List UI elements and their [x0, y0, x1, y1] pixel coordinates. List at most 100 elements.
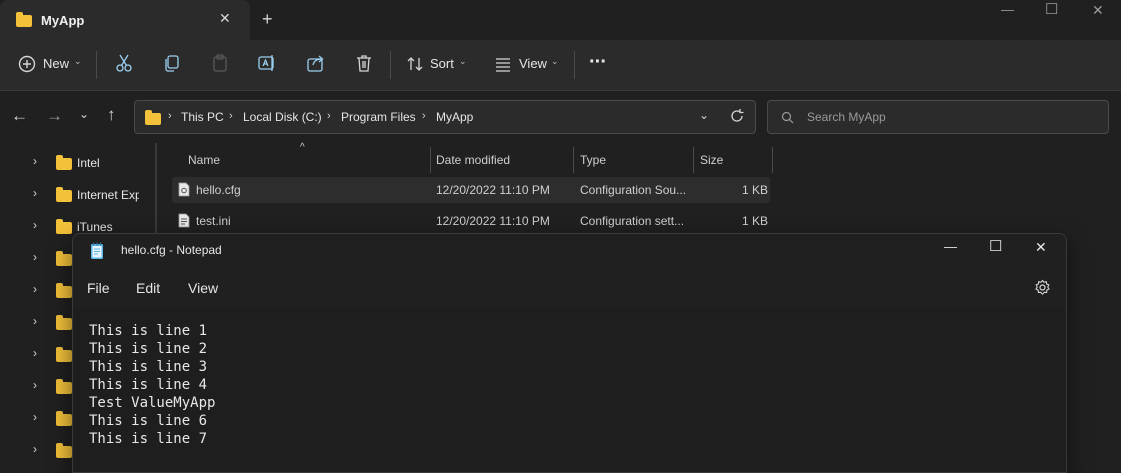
text-line: This is line 2 — [89, 341, 208, 357]
sidebar-item-label: iTunes — [77, 220, 113, 234]
folder-icon — [56, 283, 72, 298]
file-date: 12/20/2022 11:10 PM — [436, 214, 550, 228]
text-line: This is line 7 — [89, 431, 208, 447]
view-button[interactable]: View ⌄ — [490, 48, 568, 80]
column-header-label: Type — [580, 153, 607, 167]
column-header-label: Name — [188, 153, 221, 167]
column-header-label: Size — [700, 153, 724, 167]
folder-icon — [145, 110, 161, 125]
search-icon — [781, 111, 794, 124]
column-header-name[interactable]: Name — [172, 147, 430, 173]
folder-icon — [16, 12, 32, 27]
close-button[interactable]: ✕ — [1092, 3, 1104, 17]
chevron-right-icon[interactable]: › — [33, 283, 37, 295]
view-icon — [496, 58, 510, 72]
column-header-type[interactable]: Type — [574, 147, 693, 173]
sidebar-item-intel[interactable]: › Intel — [0, 146, 150, 178]
chevron-right-icon[interactable]: › — [33, 251, 37, 263]
file-date: 12/20/2022 11:10 PM — [436, 183, 550, 197]
file-type: Configuration sett... — [580, 214, 685, 228]
sort-icon — [407, 57, 423, 71]
chevron-right-icon[interactable]: › — [33, 219, 37, 231]
tab-myapp[interactable]: MyApp ✕ — [0, 0, 250, 40]
maximize-button[interactable]: ☐ — [1045, 2, 1058, 17]
text-line: This is line 3 — [89, 359, 208, 375]
breadcrumb-item[interactable]: Local Disk (C:) — [243, 110, 322, 124]
file-size: 1 KB — [742, 183, 769, 197]
address-row: ← → ⌄ ↑ › This PC › Local Disk (C:) › Pr… — [0, 91, 1121, 143]
copy-icon[interactable] — [162, 53, 182, 73]
sort-label: Sort — [430, 56, 454, 71]
column-divider[interactable] — [772, 147, 773, 173]
delete-icon[interactable] — [354, 53, 374, 73]
chevron-right-icon[interactable]: › — [33, 379, 37, 391]
settings-file-icon — [178, 213, 190, 228]
text-line: This is line 1 — [89, 323, 208, 339]
divider — [96, 51, 97, 79]
notepad-text-area[interactable]: This is line 1 This is line 2 This is li… — [73, 306, 1066, 472]
chevron-right-icon[interactable]: › — [33, 155, 37, 167]
menu-file[interactable]: File — [87, 280, 110, 296]
minimize-button[interactable]: — — [944, 240, 957, 253]
file-size: 1 KB — [742, 214, 769, 228]
column-header-label: Date modified — [436, 153, 511, 167]
divider — [390, 51, 391, 79]
search-box[interactable]: Search MyApp — [767, 100, 1109, 134]
gear-icon[interactable] — [1034, 279, 1051, 296]
text-line: This is line 4 — [89, 377, 208, 393]
more-icon[interactable]: ··· — [589, 51, 607, 74]
chevron-right-icon[interactable]: › — [33, 315, 37, 327]
notepad-title: hello.cfg - Notepad — [121, 243, 222, 257]
minimize-button[interactable]: — — [1001, 3, 1014, 16]
file-type: Configuration Sou... — [580, 183, 687, 197]
chevron-down-icon: ⌄ — [74, 56, 82, 66]
new-label: New — [43, 56, 70, 71]
column-header-size[interactable]: Size — [694, 147, 772, 173]
cut-icon[interactable] — [114, 53, 134, 73]
back-arrow-icon[interactable]: ← — [11, 107, 28, 124]
menu-edit[interactable]: Edit — [136, 280, 160, 296]
folder-icon — [56, 251, 72, 266]
tab-bar: MyApp ✕ + — ☐ ✕ — [0, 0, 1121, 40]
folder-icon — [56, 315, 72, 330]
tab-close-icon[interactable]: ✕ — [219, 11, 231, 25]
notepad-window: hello.cfg - Notepad — ☐ ✕ File Edit View… — [72, 233, 1067, 473]
plus-circle-icon — [18, 55, 36, 73]
refresh-icon[interactable] — [729, 108, 745, 124]
chevron-down-icon: ⌄ — [459, 56, 467, 66]
chevron-right-icon[interactable]: › — [33, 187, 37, 199]
close-button[interactable]: ✕ — [1035, 240, 1047, 254]
table-row[interactable]: hello.cfg 12/20/2022 11:10 PM Configurat… — [172, 177, 770, 203]
breadcrumb-item[interactable]: MyApp — [436, 110, 473, 124]
notepad-title-bar[interactable]: hello.cfg - Notepad — ☐ ✕ — [73, 234, 1066, 270]
breadcrumb-item[interactable]: Program Files — [341, 110, 416, 124]
chevron-right-icon[interactable]: › — [33, 443, 37, 455]
address-history-chevron-icon[interactable]: ⌄ — [699, 109, 709, 121]
notepad-icon — [91, 242, 103, 259]
column-header-date[interactable]: Date modified — [431, 147, 573, 173]
folder-icon — [56, 443, 72, 458]
rename-icon[interactable] — [257, 53, 277, 73]
forward-arrow-icon[interactable]: → — [46, 107, 63, 124]
table-row[interactable]: test.ini 12/20/2022 11:10 PM Configurati… — [172, 208, 770, 234]
config-file-icon — [178, 182, 190, 197]
address-bar[interactable]: › This PC › Local Disk (C:) › Program Fi… — [134, 100, 756, 134]
menu-view[interactable]: View — [188, 280, 218, 296]
paste-icon[interactable] — [210, 53, 230, 73]
sidebar-item-label: Internet Exp — [77, 188, 139, 202]
folder-icon — [56, 187, 72, 202]
up-arrow-icon[interactable]: ↑ — [107, 106, 116, 123]
new-tab-button[interactable]: + — [262, 10, 273, 28]
maximize-button[interactable]: ☐ — [989, 239, 1002, 254]
share-icon[interactable] — [306, 53, 326, 73]
breadcrumb-separator-icon: › — [168, 110, 172, 122]
sidebar-item-internet-explorer[interactable]: › Internet Exp — [0, 178, 150, 210]
folder-icon — [56, 411, 72, 426]
text-content: This is line 1 This is line 2 This is li… — [89, 322, 215, 448]
new-button[interactable]: New ⌄ — [12, 48, 88, 80]
chevron-right-icon[interactable]: › — [33, 347, 37, 359]
breadcrumb-item[interactable]: This PC — [181, 110, 224, 124]
chevron-right-icon[interactable]: › — [33, 411, 37, 423]
sort-button[interactable]: Sort ⌄ — [402, 48, 474, 80]
recent-locations-icon[interactable]: ⌄ — [79, 108, 89, 120]
